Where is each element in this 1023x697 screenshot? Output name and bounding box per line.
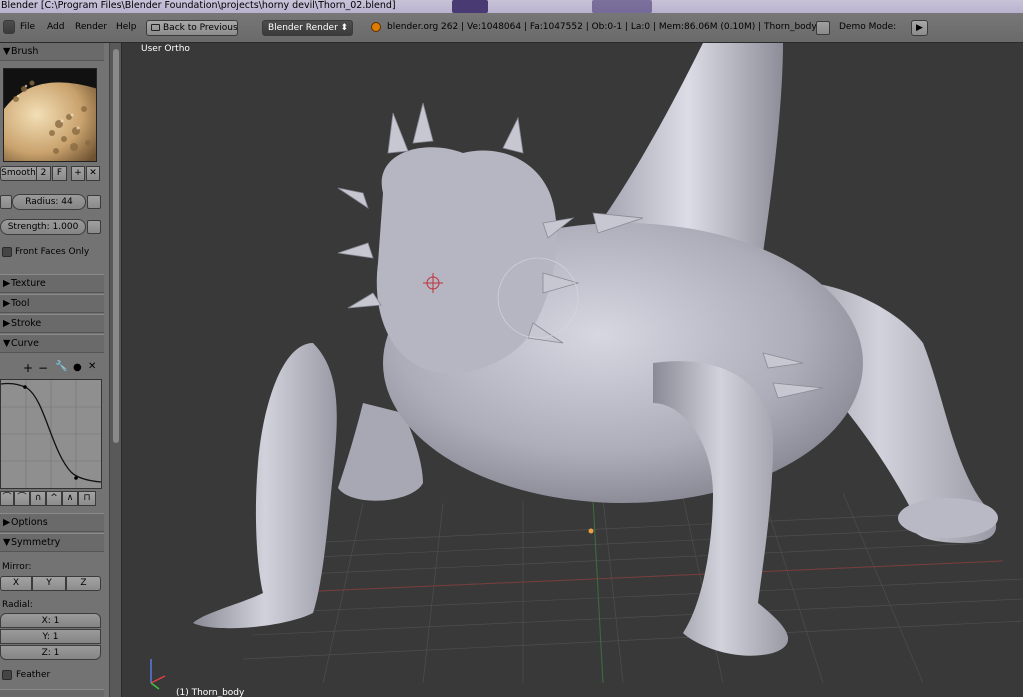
- titlebar-decoration: [592, 0, 652, 13]
- window-titlebar: Blender [C:\Program Files\Blender Founda…: [0, 0, 1023, 13]
- symmetry-label: Symmetry: [11, 537, 61, 548]
- zoom-in-icon[interactable]: +: [23, 361, 33, 375]
- tool-shelf-scrollbar[interactable]: [110, 43, 122, 697]
- mirror-z-toggle[interactable]: Z: [66, 576, 101, 591]
- axis-gizmo-icon: [150, 659, 166, 690]
- curve-preset-smooth-icon[interactable]: ⌒: [0, 491, 14, 506]
- menu-render[interactable]: Render: [75, 22, 107, 32]
- curve-preset-sharp-icon[interactable]: ^: [46, 491, 62, 506]
- symmetry-panel-header[interactable]: ▼Symmetry: [0, 533, 104, 552]
- options-panel-header[interactable]: ▶Options: [0, 513, 104, 532]
- expand-down-icon: ▼: [3, 338, 11, 349]
- options-label: Options: [11, 517, 48, 528]
- scene-render: [150, 43, 1023, 690]
- radial-z-field[interactable]: Z: 1: [0, 645, 101, 660]
- back-right-foot: [898, 498, 998, 538]
- brush-users-count[interactable]: 2: [36, 166, 51, 181]
- scrollbar-thumb[interactable]: [113, 49, 119, 443]
- brush-preview[interactable]: [3, 68, 97, 162]
- point-icon[interactable]: ●: [73, 362, 82, 373]
- brush-name-field[interactable]: Smooth: [0, 166, 37, 181]
- add-brush-icon[interactable]: +: [71, 166, 85, 181]
- texture-panel-header[interactable]: ▶Texture: [0, 274, 104, 293]
- expand-right-icon: ▶: [3, 278, 11, 289]
- curve-panel-header[interactable]: ▼Curve: [0, 334, 104, 353]
- info-header: File Add Render Help Back to Previous Bl…: [0, 13, 1023, 43]
- mirror-x-toggle[interactable]: X: [0, 576, 32, 591]
- strength-slider[interactable]: Strength: 1.000: [0, 219, 86, 235]
- tool-shelf: ▼Brush Smooth 2 F + ✕ Radius: 44 Strengt…: [0, 43, 110, 697]
- render-engine-select[interactable]: Blender Render ⬍: [262, 20, 353, 36]
- stroke-label: Stroke: [11, 318, 42, 329]
- brush-header-label: Brush: [11, 46, 39, 57]
- stroke-panel-header[interactable]: ▶Stroke: [0, 314, 104, 333]
- front-left-leg: [193, 343, 337, 629]
- expand-right-icon: ▶: [3, 318, 11, 329]
- play-icon[interactable]: ▶: [911, 20, 928, 36]
- radial-x-field[interactable]: X: 1: [0, 613, 101, 628]
- feather-label: Feather: [16, 670, 51, 680]
- menu-file[interactable]: File: [20, 22, 35, 32]
- window-title: Blender [C:\Program Files\Blender Founda…: [1, 0, 396, 11]
- curve-presets: ⌒ ⌒ ∩ ^ ∧ ⊓: [0, 491, 102, 506]
- curve-preset-line-icon[interactable]: ∧: [62, 491, 78, 506]
- falloff-curve: [0, 380, 102, 488]
- demo-mode-label: Demo Mode:: [839, 22, 897, 32]
- lock-icon[interactable]: [0, 195, 12, 209]
- chevron-updown-icon: ⬍: [340, 23, 348, 33]
- feather-checkbox[interactable]: [2, 670, 12, 680]
- radial-label: Radial:: [2, 600, 33, 610]
- close-icon[interactable]: ✕: [86, 166, 100, 181]
- curve-label: Curve: [11, 338, 40, 349]
- editor-type-icon[interactable]: [3, 20, 15, 34]
- falloff-curve-editor[interactable]: [0, 379, 102, 489]
- back-to-previous-button[interactable]: Back to Previous: [146, 20, 238, 36]
- texture-label: Texture: [11, 278, 46, 289]
- close-icon[interactable]: ✕: [88, 361, 96, 372]
- x-axis-line: [272, 560, 1004, 594]
- object-origin-icon: [588, 528, 594, 534]
- curve-preset-max-icon[interactable]: ⊓: [78, 491, 96, 506]
- scene-info: blender.org 262 | Ve:1048064 | Fa:104755…: [387, 22, 817, 32]
- radial-y-field[interactable]: Y: 1: [0, 629, 101, 644]
- front-faces-only-label: Front Faces Only: [15, 247, 90, 257]
- wrench-icon[interactable]: 🔧: [55, 361, 67, 372]
- curve-preset-root-icon[interactable]: ∩: [30, 491, 46, 506]
- view-name-label: User Ortho: [141, 44, 190, 54]
- expand-down-icon: ▼: [3, 537, 11, 548]
- brush-thumbnail: [4, 69, 96, 161]
- front-faces-only-checkbox[interactable]: [2, 247, 12, 257]
- menu-help[interactable]: Help: [116, 22, 137, 32]
- blender-logo-icon: [371, 22, 381, 32]
- fake-user-toggle[interactable]: F: [52, 166, 67, 181]
- pressure-icon[interactable]: [87, 195, 101, 209]
- back-to-previous-label: Back to Previous: [163, 23, 238, 33]
- expand-right-icon: ▶: [3, 298, 11, 309]
- back-icon: [151, 24, 160, 31]
- mirror-y-toggle[interactable]: Y: [32, 576, 66, 591]
- menu-add[interactable]: Add: [47, 22, 64, 32]
- radius-slider[interactable]: Radius: 44: [12, 194, 86, 210]
- curve-preset-round-icon[interactable]: ⌒: [14, 491, 30, 506]
- expand-down-icon: ▼: [3, 46, 11, 57]
- screenshot-icon[interactable]: [816, 21, 830, 35]
- mirror-label: Mirror:: [2, 562, 32, 572]
- pressure-icon[interactable]: [87, 220, 101, 234]
- tool-label: Tool: [11, 298, 30, 309]
- render-engine-label: Blender Render: [268, 23, 338, 33]
- zoom-out-icon[interactable]: −: [38, 361, 48, 375]
- next-panel-header[interactable]: [0, 689, 104, 697]
- expand-right-icon: ▶: [3, 517, 11, 528]
- y-axis-line: [592, 498, 604, 684]
- object-name-label: (1) Thorn_body: [176, 688, 245, 697]
- titlebar-decoration: [452, 0, 488, 13]
- tool-panel-header[interactable]: ▶Tool: [0, 294, 104, 313]
- brush-panel-header[interactable]: ▼Brush: [0, 43, 104, 61]
- 3d-viewport[interactable]: User Ortho (1) Thorn_body: [123, 43, 1023, 697]
